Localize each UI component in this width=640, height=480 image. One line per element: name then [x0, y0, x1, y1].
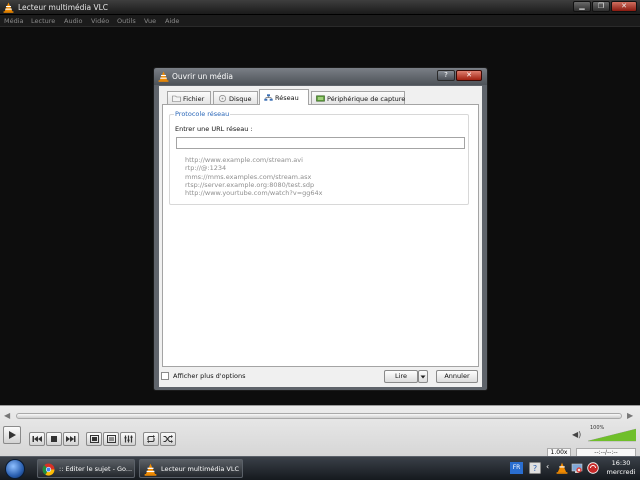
shuffle-button[interactable]	[160, 432, 176, 446]
vlc-icon	[144, 463, 157, 476]
chevron-down-icon	[420, 375, 426, 379]
next-icon	[66, 436, 76, 442]
chrome-icon	[42, 463, 55, 476]
menu-vue[interactable]: Vue	[144, 17, 156, 25]
clock[interactable]: 16:30 mercredi	[605, 459, 637, 477]
tab-disque[interactable]: Disque	[213, 91, 258, 104]
tab-label: Périphérique de capture	[327, 95, 406, 103]
security-tray-icon[interactable]	[587, 462, 599, 474]
disc-icon	[219, 95, 226, 102]
taskbar: :: Editer le sujet - Go... Lecteur multi…	[0, 456, 640, 480]
url-examples: http://www.example.com/stream.avi rtp://…	[185, 156, 323, 197]
help-icon[interactable]: ?	[529, 462, 541, 474]
group-title: Protocole réseau	[174, 110, 231, 118]
dialog-body: Fichier Disque Réseau Périphérique de ca…	[159, 86, 482, 387]
stop-icon	[51, 436, 57, 442]
extended-settings-button[interactable]	[103, 432, 119, 446]
more-options-checkbox[interactable]	[161, 372, 169, 380]
folder-icon	[172, 95, 181, 102]
equalizer-icon	[124, 435, 132, 443]
previous-button[interactable]	[29, 432, 45, 446]
close-button[interactable]: ✕	[611, 1, 637, 12]
vlc-cone-icon	[3, 2, 14, 13]
dialog-close-button[interactable]: ✕	[456, 70, 482, 81]
tab-fichier[interactable]: Fichier	[167, 91, 211, 104]
seek-back-icon[interactable]: ◀	[4, 411, 10, 420]
fullscreen-icon	[89, 435, 99, 443]
url-example: http://www.yourtube.com/watch?v=gg64x	[185, 189, 323, 198]
show-hidden-icons-icon[interactable]: ‹	[546, 462, 549, 471]
play-dropdown-button[interactable]	[418, 370, 428, 383]
tab-peripherique-capture[interactable]: Périphérique de capture	[311, 91, 405, 104]
volume-slider[interactable]	[588, 428, 636, 442]
open-media-dialog: Ouvrir un média ? ✕ Fichier Disque Résea…	[153, 67, 488, 391]
cancel-button[interactable]: Annuler	[436, 370, 478, 383]
menu-lecture[interactable]: Lecture	[31, 17, 55, 25]
tab-label: Réseau	[275, 94, 299, 102]
clock-time: 16:30	[611, 459, 631, 467]
menu-outils[interactable]: Outils	[117, 17, 136, 25]
maximize-button[interactable]: ❐	[592, 1, 610, 12]
window-title: Lecteur multimédia VLC	[18, 3, 109, 12]
previous-icon	[32, 436, 42, 442]
more-options-label: Afficher plus d'options	[173, 372, 246, 380]
network-url-input[interactable]	[176, 137, 465, 149]
url-label: Entrer une URL réseau :	[175, 125, 253, 133]
taskbar-task-vlc[interactable]: Lecteur multimédia VLC	[139, 459, 243, 478]
shuffle-icon	[163, 435, 173, 443]
network-protocol-group: Protocole réseau Entrer une URL réseau :…	[169, 110, 469, 205]
stop-button[interactable]	[46, 432, 62, 446]
minimize-button[interactable]: ▁	[573, 1, 591, 12]
loop-button[interactable]	[143, 432, 159, 446]
system-tray: FR ? ‹ 16:30 mercredi	[506, 457, 640, 480]
tab-reseau[interactable]: Réseau	[259, 89, 309, 105]
play-icon	[9, 431, 16, 439]
menu-aide[interactable]: Aide	[165, 17, 179, 25]
speaker-icon[interactable]: ◀)	[572, 430, 581, 439]
play-pause-button[interactable]	[3, 426, 21, 444]
tab-label: Fichier	[183, 95, 205, 103]
vlc-titlebar: Lecteur multimédia VLC ▁ ❐ ✕	[0, 0, 640, 15]
url-example: rtsp://server.example.org:8080/test.sdp	[185, 180, 315, 189]
url-example: mms://mms.examples.com/stream.asx	[185, 172, 312, 181]
url-example: rtp://@:1234	[185, 164, 227, 173]
menu-video[interactable]: Vidéo	[91, 17, 109, 25]
language-indicator[interactable]: FR	[510, 462, 523, 474]
menu-bar: Média Lecture Audio Vidéo Outils Vue Aid…	[0, 15, 640, 27]
seek-slider[interactable]	[16, 413, 622, 419]
start-button[interactable]	[5, 459, 25, 479]
network-icon	[264, 94, 273, 101]
playlist-button[interactable]	[120, 432, 136, 446]
next-button[interactable]	[63, 432, 79, 446]
fullscreen-button[interactable]	[86, 432, 102, 446]
menu-audio[interactable]: Audio	[64, 17, 82, 25]
task-label: Lecteur multimédia VLC	[161, 465, 240, 473]
play-button[interactable]: Lire	[384, 370, 418, 383]
network-tab-panel: Protocole réseau Entrer une URL réseau :…	[162, 104, 479, 367]
vlc-cone-icon	[158, 71, 169, 82]
network-tray-icon[interactable]	[571, 462, 583, 474]
seek-forward-icon[interactable]: ▶	[627, 411, 633, 420]
player-controls: ◀ ▶ ◀) 100% 1.00x --:--/--:--	[0, 405, 640, 457]
dialog-titlebar[interactable]: Ouvrir un média ? ✕	[154, 68, 487, 85]
capture-device-icon	[316, 95, 325, 102]
dialog-title: Ouvrir un média	[172, 72, 233, 81]
vlc-tray-icon[interactable]	[556, 462, 568, 474]
menu-media[interactable]: Média	[4, 17, 24, 25]
extended-settings-icon	[106, 435, 116, 443]
clock-day: mercredi	[606, 468, 636, 476]
loop-icon	[147, 435, 155, 443]
tab-label: Disque	[229, 95, 252, 103]
help-button[interactable]: ?	[437, 70, 455, 81]
taskbar-task-browser[interactable]: :: Editer le sujet - Go...	[37, 459, 135, 478]
svg-text:?: ?	[533, 464, 537, 473]
url-example: http://www.example.com/stream.avi	[185, 156, 303, 164]
task-label: :: Editer le sujet - Go...	[59, 465, 133, 473]
